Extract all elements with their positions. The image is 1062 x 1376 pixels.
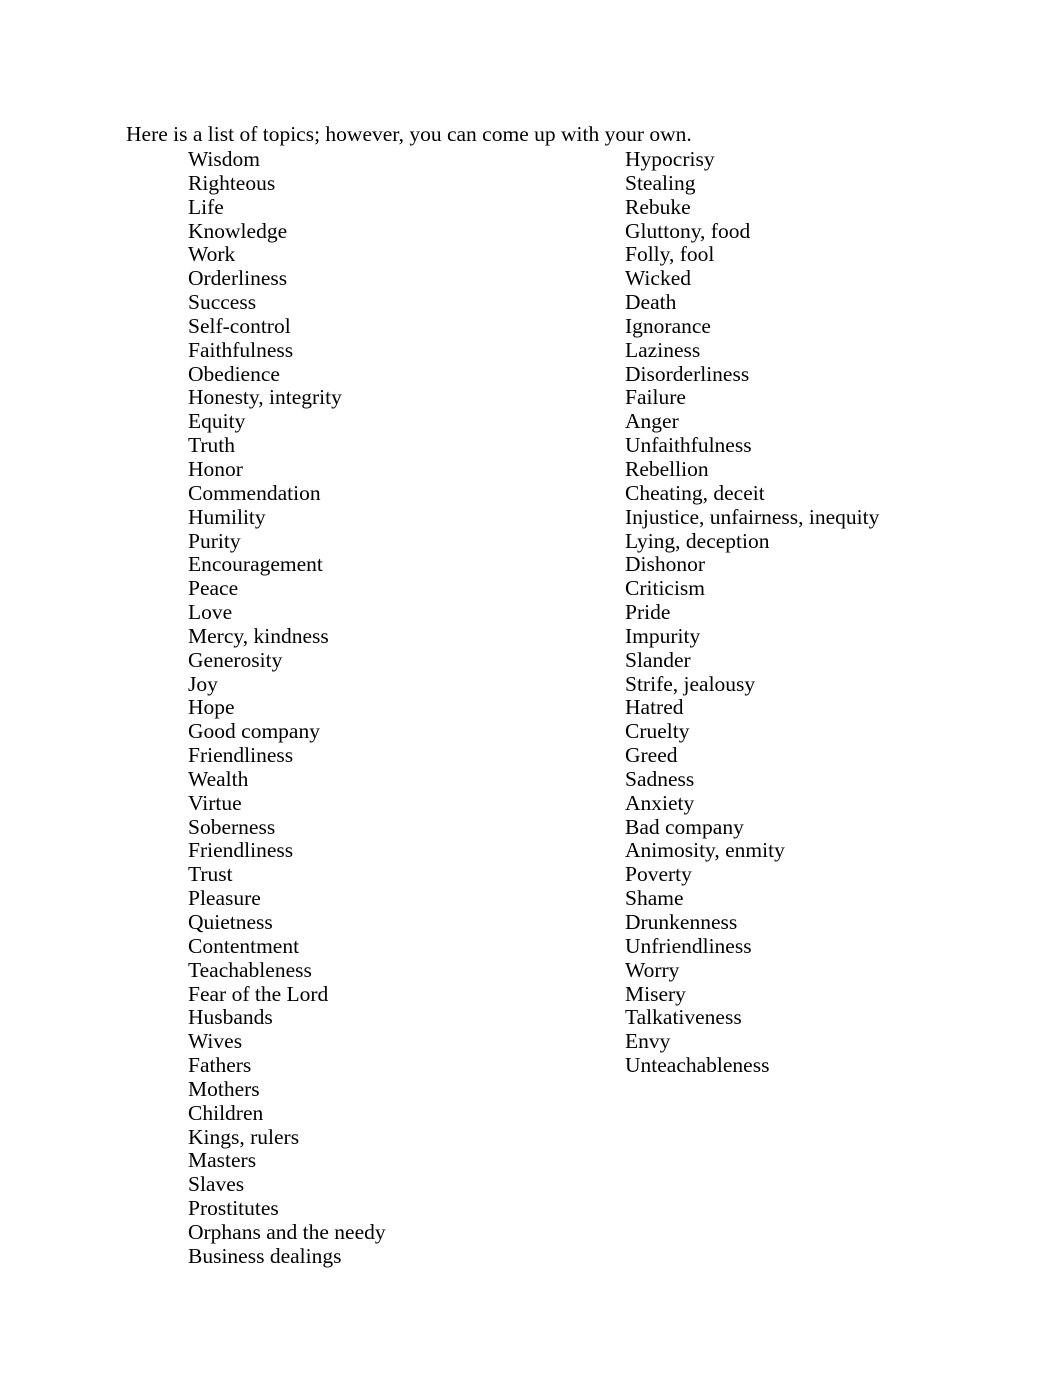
topic-item: Humility	[188, 504, 266, 529]
topic-item: Shame	[625, 886, 684, 911]
topic-item: Life	[188, 194, 224, 219]
topic-item: Lying, deception	[625, 528, 770, 553]
topic-item: Ignorance	[625, 313, 711, 338]
topic-item: Honor	[188, 456, 243, 481]
topic-item: Cruelty	[625, 719, 690, 744]
topic-item: Poverty	[625, 862, 692, 887]
topic-item: Unfriendliness	[625, 933, 752, 958]
topic-item: Righteous	[188, 170, 276, 195]
topic-item: Friendliness	[188, 838, 294, 863]
topic-item: Cheating, deceit	[625, 480, 765, 505]
topic-item: Folly, fool	[625, 242, 715, 267]
topic-item: Soberness	[188, 814, 276, 839]
topic-item: Truth	[188, 433, 236, 458]
topic-item: Misery	[625, 981, 686, 1006]
topic-item: Commendation	[188, 480, 321, 505]
topic-item: Animosity, enmity	[625, 838, 785, 863]
topic-item: Knowledge	[188, 218, 288, 243]
topic-item: Death	[625, 290, 677, 315]
topic-item: Slaves	[188, 1172, 245, 1197]
topic-item: Husbands	[188, 1005, 273, 1030]
topic-item: Slander	[625, 647, 691, 672]
topic-item: Injustice, unfairness, inequity	[625, 504, 880, 529]
topic-item: Unteachableness	[625, 1053, 770, 1078]
topic-item: Impurity	[625, 623, 701, 648]
topic-item: Faithfulness	[188, 337, 294, 362]
intro-paragraph: Here is a list of topics; however, you c…	[126, 121, 692, 146]
topic-item: Mothers	[188, 1076, 260, 1101]
topic-item: Contentment	[188, 933, 300, 958]
topic-item: Pride	[625, 600, 671, 625]
topic-item: Prostitutes	[188, 1196, 279, 1221]
topic-item: Trust	[188, 862, 233, 887]
topic-item: Dishonor	[625, 552, 706, 577]
topic-item: Mercy, kindness	[188, 623, 329, 648]
topic-item: Sadness	[625, 766, 695, 791]
topic-item: Success	[188, 290, 257, 315]
topic-item: Quietness	[188, 910, 273, 934]
topic-item: Love	[188, 600, 233, 625]
topic-item: Kings, rulers	[188, 1124, 300, 1149]
topic-item: Envy	[625, 1029, 671, 1054]
document-page: Here is a list of topics; however, you c…	[0, 0, 1062, 1376]
topic-item: Self-control	[188, 313, 291, 338]
topic-item: Disorderliness	[625, 361, 750, 386]
topic-item: Stealing	[625, 170, 696, 195]
topic-item: Orderliness	[188, 266, 288, 291]
topic-list-left: Wisdom Righteous Life Knowledge Work Orderlin…	[188, 147, 608, 1269]
topic-item: Encouragement	[188, 552, 323, 577]
topic-item: Wealth	[188, 766, 249, 791]
topic-item: Gluttony, food	[625, 218, 751, 243]
topic-item: Worry	[625, 957, 680, 982]
topic-item: Teachableness	[188, 957, 312, 982]
topic-item: Equity	[188, 409, 246, 434]
topic-item: Hypocrisy	[625, 147, 715, 171]
topic-item: Bad company	[625, 814, 744, 839]
topic-item: Business dealings	[188, 1243, 342, 1268]
topic-item: Honesty, integrity	[188, 385, 342, 410]
topic-item: Hope	[188, 695, 235, 720]
topic-item: Rebuke	[625, 194, 691, 219]
topic-item: Work	[188, 242, 236, 267]
topic-item: Virtue	[188, 790, 242, 815]
topic-item: Wicked	[625, 266, 691, 291]
topic-item: Unfaithfulness	[625, 433, 752, 458]
topic-item: Wisdom	[188, 147, 260, 171]
topic-item: Good company	[188, 719, 320, 744]
topic-item: Friendliness	[188, 743, 294, 768]
topics-column-right: Hypocrisy Stealing Rebuke Gluttony, food Fol…	[625, 147, 1045, 1078]
topics-column-left: Wisdom Righteous Life Knowledge Work Orderlin…	[188, 147, 608, 1269]
topic-list-right: Hypocrisy Stealing Rebuke Gluttony, food Fol…	[625, 147, 1045, 1078]
topic-item: Strife, jealousy	[625, 671, 756, 696]
topic-item: Criticism	[625, 576, 706, 601]
topic-item: Talkativeness	[625, 1005, 742, 1030]
topic-item: Obedience	[188, 361, 280, 386]
topic-item: Greed	[625, 743, 678, 768]
topic-item: Anger	[625, 409, 679, 434]
topic-item: Children	[188, 1100, 264, 1125]
topic-item: Fathers	[188, 1053, 252, 1078]
topic-item: Generosity	[188, 647, 283, 672]
topic-item: Peace	[188, 576, 239, 601]
topic-item: Hatred	[625, 695, 684, 720]
topic-item: Wives	[188, 1029, 243, 1054]
topic-item: Pleasure	[188, 886, 261, 911]
topic-item: Purity	[188, 528, 241, 553]
topic-item: Laziness	[625, 337, 701, 362]
topic-item: Joy	[188, 671, 218, 696]
topic-item: Rebellion	[625, 456, 709, 481]
topic-item: Drunkenness	[625, 910, 738, 934]
topic-item: Anxiety	[625, 790, 695, 815]
topic-item: Failure	[625, 385, 686, 410]
topic-item: Masters	[188, 1148, 257, 1173]
topic-item: Orphans and the needy	[188, 1219, 386, 1244]
topic-item: Fear of the Lord	[188, 981, 329, 1006]
